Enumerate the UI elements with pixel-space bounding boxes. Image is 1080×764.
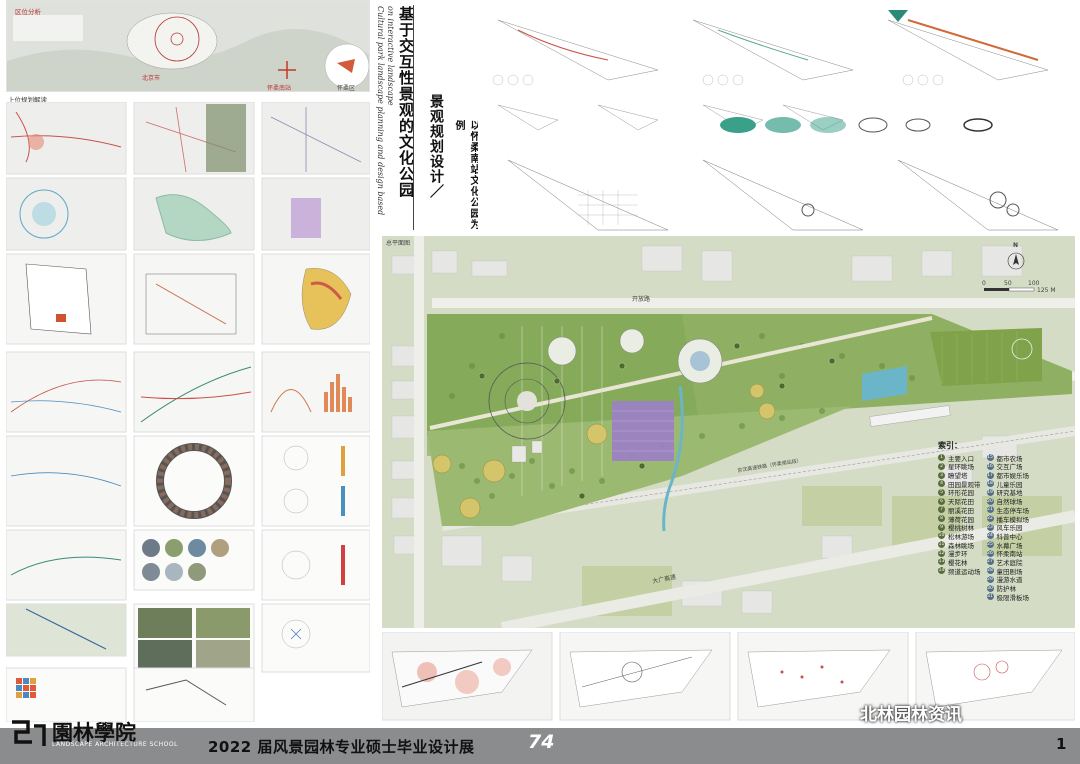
legend-item: 2 星环眺场 — [938, 462, 981, 471]
legend-number-icon: 21 — [986, 506, 994, 514]
legend-right-column: 15 都市农场 16 交互广场 17 都市娱乐场 18 儿童乐园 19 研究基地 20 自然球场 21 生… — [986, 454, 1030, 602]
legend-item: 15 都市农场 — [986, 454, 1030, 463]
title-divider — [413, 5, 414, 230]
title-cn-line3: 以怀柔南站文化公园为例 — [453, 120, 479, 230]
legend-number-icon: 13 — [938, 558, 945, 566]
legend-left-column: 1 主要入口 2 星环眺场 3 瞭望塔 4 田园景观带 5 环形花园 6 天际花田 7 丽溪花田 8 薄荷花园… — [938, 454, 981, 600]
legend-number-icon: 20 — [986, 497, 994, 505]
legend-item: 18 儿童乐园 — [986, 480, 1030, 489]
legend-item: 25 水幕广场 — [986, 541, 1030, 550]
page-number: 1 — [1056, 735, 1067, 753]
legend-number-icon: 7 — [938, 506, 945, 514]
school-logo-icon — [12, 720, 46, 746]
legend-number-icon: 17 — [986, 471, 994, 479]
space-generation-diagrams — [478, 0, 1078, 232]
legend-number-icon: 3 — [938, 471, 945, 479]
legend-number-icon: 12 — [938, 549, 945, 557]
legend-number-icon: 27 — [986, 558, 994, 566]
index-legend: 索引： 1 主要入口 2 星环眺场 3 瞭望塔 4 田园景观带 5 环形花园 6 天际花田 7 丽溪花田 8… — [938, 440, 1068, 630]
legend-number-icon: 2 — [938, 462, 945, 470]
title-cn-line2: 景观规划设计／ — [428, 94, 444, 199]
title-en-line1: Cultural park landscape planning and des… — [376, 6, 385, 216]
location-map-graphic — [7, 1, 369, 91]
legend-item: 16 交互广场 — [986, 462, 1030, 471]
legend-item: 23 风车乐园 — [986, 523, 1030, 532]
legend-item: 7 丽溪花田 — [938, 506, 981, 515]
legend-number-icon: 28 — [986, 567, 994, 575]
legend-item: 21 生态停车场 — [986, 506, 1029, 515]
exhibition-title: 2022 届风景园林专业硕士毕业设计展 — [208, 738, 475, 756]
legend-number-icon: 26 — [986, 549, 994, 557]
section-title-master-plan: 总平面图 — [386, 240, 411, 247]
bottom-analysis-diagrams — [382, 632, 1075, 722]
section-title-location: 区位分析 — [15, 8, 41, 16]
legend-label: 极限滑板场 — [996, 593, 1030, 602]
legend-number-icon: 25 — [986, 541, 994, 549]
map-label-beijing: 北京市 — [142, 75, 161, 82]
legend-item: 13 樱花林 — [938, 558, 981, 567]
legend-number-icon: 4 — [938, 480, 945, 488]
legend-number-icon: 16 — [986, 462, 994, 470]
legend-item: 30 防护林 — [986, 584, 1030, 593]
legend-item: 31 极限滑板场 — [986, 593, 1030, 602]
legend-number-icon: 30 — [986, 584, 994, 592]
watermark-text: 北林园林资讯 — [860, 705, 962, 725]
north-label: N — [1013, 242, 1019, 249]
legend-number-icon: 22 — [986, 515, 994, 522]
legend-item: 19 研究基地 — [986, 488, 1030, 497]
legend-item: 22 播车模拟场 — [986, 515, 1029, 524]
scale-unit: 125 M — [1037, 287, 1056, 294]
legend-item: 10 松林游场 — [938, 532, 981, 541]
map-label-road-top: 开放路 — [632, 296, 651, 303]
legend-number-icon: 10 — [938, 532, 945, 540]
legend-item: 12 漫步环 — [938, 549, 981, 558]
legend-number-icon: 19 — [986, 488, 994, 496]
legend-number-icon: 24 — [986, 532, 994, 540]
legend-number-icon: 8 — [938, 515, 945, 522]
legend-item: 29 漫游水道 — [986, 575, 1030, 584]
legend-number-icon: 15 — [986, 454, 994, 462]
legend-number-icon: 9 — [938, 523, 945, 531]
legend-item: 1 主要入口 — [938, 454, 981, 463]
legend-item: 3 瞭望塔 — [938, 471, 981, 480]
legend-item: 17 都市娱乐场 — [986, 471, 1029, 480]
legend-number-icon: 23 — [986, 523, 994, 531]
legend-item: 9 樱桃树林 — [938, 523, 981, 532]
legend-item: 26 怀柔南站 — [986, 549, 1030, 558]
school-name-en: LANDSCAPE ARCHITECTURE SCHOOL — [52, 741, 178, 748]
scale-tick-100: 100 — [1028, 280, 1040, 287]
legend-item: 4 田园景观带 — [938, 480, 981, 489]
legend-item: 27 艺术庭院 — [986, 558, 1030, 567]
map-label-huairou-south: 怀柔南站 — [267, 85, 292, 92]
legend-number-icon: 5 — [938, 488, 945, 496]
legend-number-icon: 6 — [938, 497, 945, 505]
location-analysis-panel: 区位分析 北京市 怀柔南站 怀柔区 — [6, 0, 370, 92]
title-en-line2: on interactive landscape — [386, 6, 395, 106]
legend-label: 频道运动场 — [948, 567, 981, 576]
legend-item: 24 科普中心 — [986, 532, 1030, 541]
legend-item: 6 天际花田 — [938, 497, 981, 506]
legend-item: 11 森林眺场 — [938, 541, 981, 550]
scale-tick-0: 0 — [982, 280, 986, 287]
legend-item: 28 童田剧场 — [986, 567, 1030, 576]
legend-item: 14 频道运动场 — [938, 567, 981, 576]
map-label-huairou: 怀柔区 — [337, 85, 356, 92]
legend-number-icon: 14 — [938, 567, 945, 575]
legend-item: 5 环形花园 — [938, 488, 981, 497]
legend-number-icon: 29 — [986, 575, 994, 583]
legend-number-icon: 11 — [938, 541, 945, 549]
analysis-maps-grid — [6, 102, 370, 722]
legend-number-icon: 1 — [938, 454, 945, 462]
legend-number-icon: 18 — [986, 480, 994, 488]
scale-tick-50: 50 — [1004, 280, 1012, 287]
legend-item: 20 自然球场 — [986, 497, 1030, 506]
legend-title: 索引： — [938, 441, 962, 450]
legend-number-icon: 31 — [986, 593, 994, 601]
exhibit-number: 74 — [528, 731, 555, 753]
legend-item: 8 薄荷花园 — [938, 515, 981, 524]
